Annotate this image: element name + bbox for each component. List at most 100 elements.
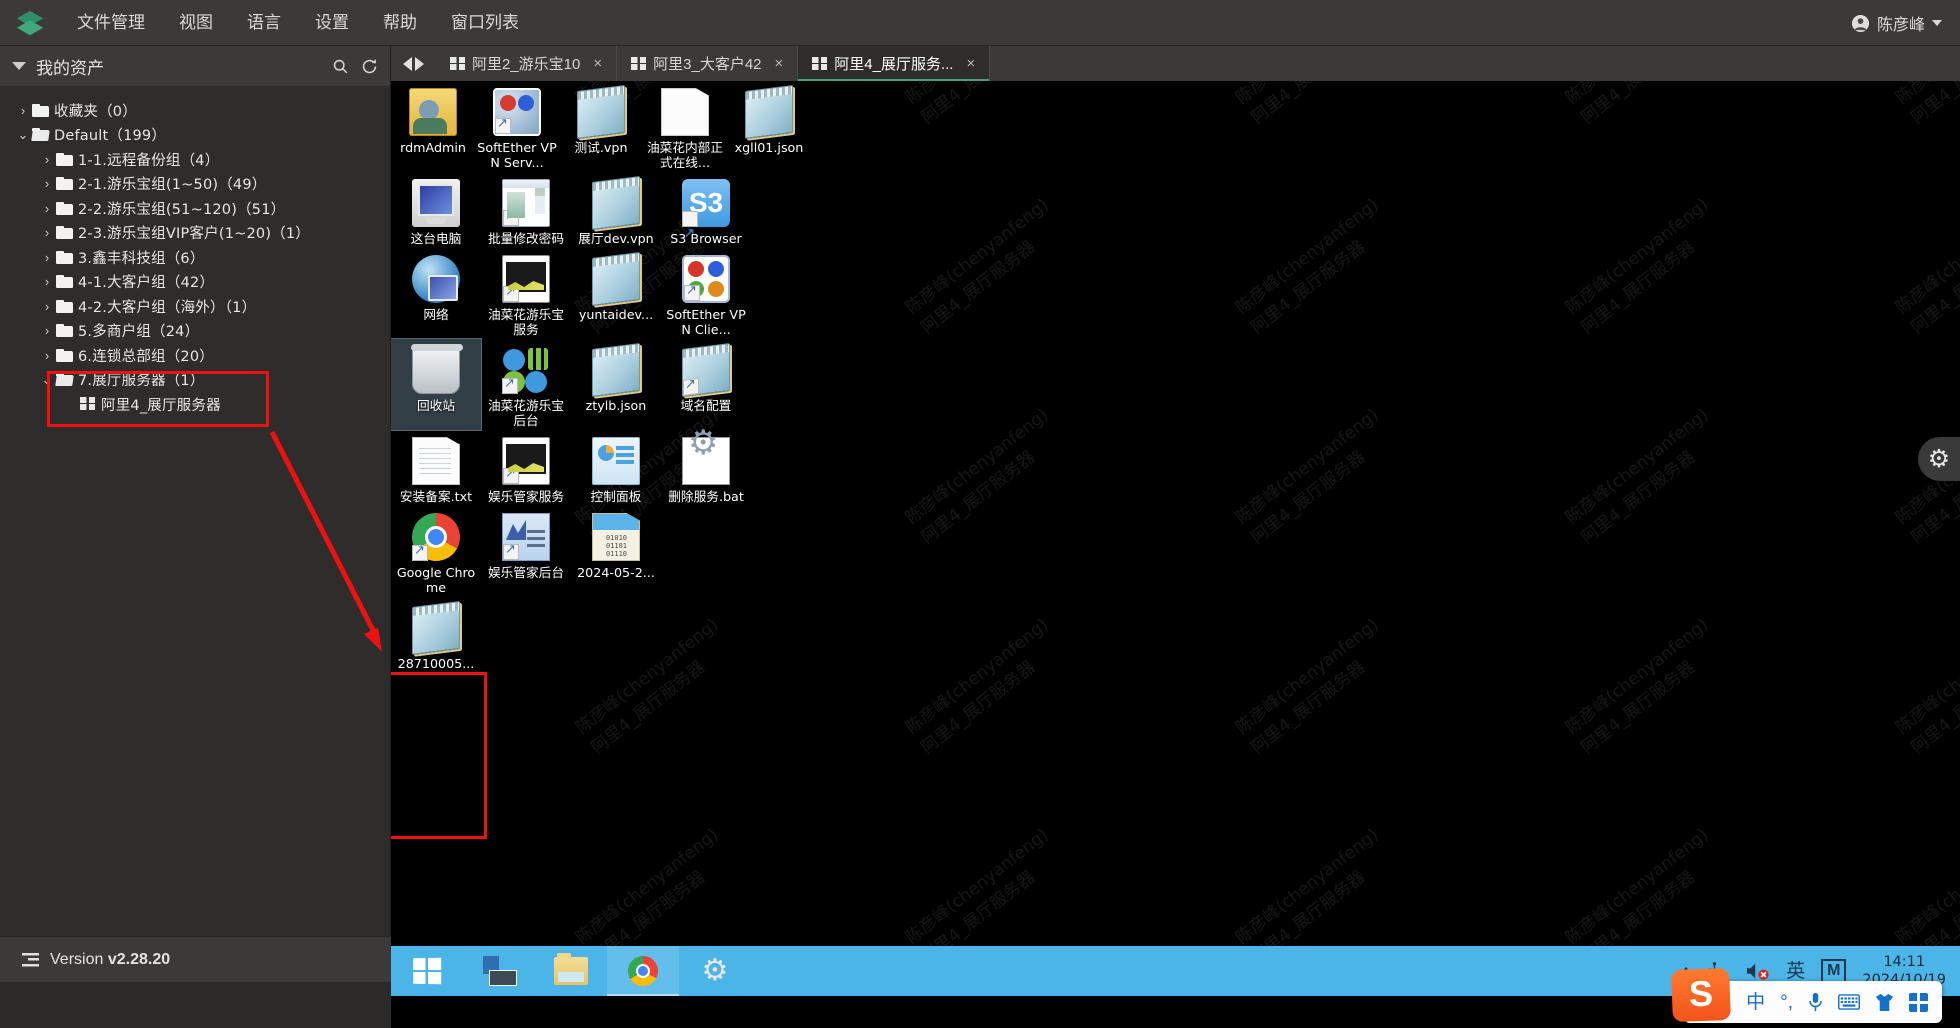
ime-punctuation-toggle[interactable]: °, bbox=[1780, 993, 1793, 1012]
tree-item[interactable]: › 1-1.远程备份组（4） bbox=[0, 147, 390, 172]
desktop-icon[interactable]: SoftEther VPN Clie... bbox=[661, 248, 751, 339]
windows-host-icon bbox=[80, 397, 95, 412]
settings-taskbar-button[interactable]: ⚙ bbox=[679, 946, 751, 996]
desktop-icon[interactable]: 展厅dev.vpn bbox=[571, 172, 661, 248]
tree-item[interactable]: › 2-2.游乐宝组(51~120)（51） bbox=[0, 196, 390, 221]
menu-item-window-list[interactable]: 窗口列表 bbox=[434, 0, 536, 46]
panel-toggle-icon[interactable] bbox=[22, 952, 39, 967]
remote-desktop-canvas[interactable]: 陈彦峰(chenyanfeng) 阿里4_展厅服务器 陈彦峰(chenyanfeng… bbox=[391, 81, 1960, 1028]
session-tab[interactable]: 阿里3_大客户42 × bbox=[617, 46, 799, 81]
desktop-icon[interactable]: 安装备案.txt bbox=[391, 430, 481, 506]
menu-item-view[interactable]: 视图 bbox=[162, 0, 230, 46]
desktop-icon-label: S3 Browser bbox=[670, 231, 742, 246]
chevron-right-icon[interactable]: › bbox=[38, 299, 56, 314]
tree-item[interactable]: ›阿里4_展厅服务器 bbox=[0, 392, 390, 417]
desktop-icon[interactable]: 域名配置 bbox=[661, 339, 751, 430]
ime-indicator[interactable]: 英 bbox=[1786, 962, 1805, 981]
desktop-icon[interactable]: 娱乐管家后台 bbox=[481, 506, 571, 597]
ime-toolbox-grid-icon[interactable] bbox=[1909, 992, 1928, 1012]
desktop-icon[interactable]: 娱乐管家服务 bbox=[481, 430, 571, 506]
nav-next-icon[interactable] bbox=[415, 56, 424, 71]
sidebar-title: 我的资产 bbox=[36, 58, 104, 78]
desktop-icon[interactable]: 这台电脑 bbox=[391, 172, 481, 248]
desktop-icon[interactable]: 油菜花内部正式在线... bbox=[643, 81, 727, 172]
chevron-right-icon[interactable]: › bbox=[38, 348, 56, 363]
start-button[interactable] bbox=[391, 946, 463, 996]
desktop-icon[interactable]: S3S3 Browser bbox=[661, 172, 751, 257]
tree-item[interactable]: ⌄ Default（199） bbox=[0, 123, 390, 148]
tab-close-icon[interactable]: × bbox=[775, 55, 784, 72]
chevron-down-icon[interactable]: ⌄ bbox=[38, 372, 56, 388]
chevron-right-icon[interactable]: › bbox=[38, 201, 56, 216]
desktop-icon[interactable]: 2024-05-2... bbox=[571, 506, 661, 597]
ime-language-toggle[interactable]: 中 bbox=[1746, 993, 1765, 1012]
desktop-icon[interactable]: 测试.vpn bbox=[559, 81, 643, 172]
tree-item[interactable]: › 5.多商户组（24） bbox=[0, 319, 390, 344]
nav-prev-icon[interactable] bbox=[403, 56, 412, 71]
desktop-icon[interactable]: 批量修改密码 bbox=[481, 172, 571, 248]
watermark-text: 陈彦峰(chenyanfeng)阿里4_展厅服务器 bbox=[1232, 404, 1383, 549]
tree-item[interactable]: › 2-1.游乐宝组(1~50)（49） bbox=[0, 172, 390, 197]
user-menu[interactable]: 陈彦峰 bbox=[1851, 0, 1942, 46]
desktop-icon[interactable]: ztylb.json bbox=[571, 339, 661, 430]
desktop-icon[interactable]: 控制面板 bbox=[571, 430, 661, 506]
ime-floating-toolbar[interactable]: S 中 °, bbox=[1671, 968, 1942, 1023]
menu-item-help[interactable]: 帮助 bbox=[366, 0, 434, 46]
server-manager-button[interactable] bbox=[463, 946, 535, 996]
ime-microphone-icon[interactable] bbox=[1808, 992, 1823, 1012]
chrome-taskbar-button[interactable] bbox=[607, 946, 679, 996]
tree-item[interactable]: › 2-3.游乐宝组VIP客户(1~20)（1） bbox=[0, 221, 390, 246]
chevron-right-icon[interactable]: › bbox=[38, 152, 56, 167]
file-explorer-button[interactable] bbox=[535, 946, 607, 996]
sogou-logo-icon[interactable]: S bbox=[1671, 968, 1731, 1022]
refresh-icon[interactable] bbox=[361, 58, 378, 75]
menu-item-file[interactable]: 文件管理 bbox=[60, 0, 162, 46]
volume-muted-icon[interactable] bbox=[1746, 961, 1770, 981]
edge-settings-gear-icon[interactable]: ⚙ bbox=[1918, 437, 1960, 481]
tree-item[interactable]: › 收藏夹（0） bbox=[0, 98, 390, 123]
session-tab[interactable]: 阿里2_游乐宝10 × bbox=[436, 46, 618, 81]
desktop-icon[interactable]: 油菜花游乐宝后台 bbox=[481, 339, 571, 430]
desktop-icon[interactable]: xgll01.json bbox=[727, 81, 811, 172]
chevron-right-icon[interactable]: › bbox=[38, 225, 56, 240]
desktop-icon-label: 娱乐管家后台 bbox=[487, 565, 565, 580]
tab-nav-arrows[interactable] bbox=[391, 46, 436, 81]
triangle-down-icon[interactable] bbox=[12, 62, 26, 70]
chevron-right-icon[interactable]: › bbox=[38, 176, 56, 191]
assets-tree: › 收藏夹（0） ⌄ Default（199） › 1-1.远程备份组（4） › 2-1.游乐… bbox=[0, 86, 390, 417]
chevron-right-icon[interactable]: › bbox=[14, 103, 32, 118]
tree-item[interactable]: › 4-1.大客户组（42） bbox=[0, 270, 390, 295]
tab-close-icon[interactable]: × bbox=[966, 55, 975, 72]
desktop-icon[interactable]: 28710005... bbox=[391, 597, 481, 673]
desktop-icon[interactable]: 回收站 bbox=[391, 338, 482, 431]
tree-item[interactable]: ⌄ 7.展厅服务器（1） bbox=[0, 368, 390, 393]
windows-host-icon bbox=[812, 56, 828, 71]
tab-close-icon[interactable]: × bbox=[593, 55, 602, 72]
folder-icon bbox=[56, 201, 73, 215]
watermark-text: 陈彦峰(chenyanfeng)阿里4_展厅服务器 bbox=[1232, 194, 1383, 339]
desktop-icon[interactable]: 删除服务.bat bbox=[661, 430, 751, 506]
desktop-icon[interactable]: 油菜花游乐宝服务 bbox=[481, 248, 571, 339]
ime-keyboard-icon[interactable] bbox=[1838, 994, 1860, 1010]
tree-item[interactable]: › 3.鑫丰科技组（6） bbox=[0, 245, 390, 270]
desktop-icon[interactable]: Google Chrome bbox=[391, 506, 481, 597]
watermark-text: 陈彦峰(chenyanfeng)阿里4_展厅服务器 bbox=[902, 614, 1053, 759]
chevron-right-icon[interactable]: › bbox=[38, 323, 56, 338]
desktop-icon-glyph bbox=[592, 513, 640, 561]
session-tab[interactable]: 阿里4_展厅服务... × bbox=[798, 46, 991, 81]
tree-item[interactable]: › 6.连锁总部组（20） bbox=[0, 343, 390, 368]
desktop-icon[interactable]: yuntaidev... bbox=[571, 248, 661, 339]
menu-item-settings[interactable]: 设置 bbox=[298, 0, 366, 46]
chevron-right-icon[interactable]: › bbox=[38, 274, 56, 289]
desktop-icon[interactable]: 网络 bbox=[391, 248, 481, 339]
desktop-icon-glyph bbox=[502, 346, 550, 394]
ime-mode-indicator[interactable]: M bbox=[1821, 959, 1847, 983]
desktop-icon[interactable]: SoftEther VPN Serv... bbox=[475, 81, 559, 172]
ime-skin-icon[interactable] bbox=[1875, 993, 1894, 1012]
tree-item[interactable]: › 4-2.大客户组（海外）（1） bbox=[0, 294, 390, 319]
menu-item-language[interactable]: 语言 bbox=[230, 0, 298, 46]
desktop-icon[interactable]: rdmAdmin bbox=[391, 81, 475, 172]
chevron-down-icon[interactable]: ⌄ bbox=[14, 127, 32, 143]
search-icon[interactable] bbox=[332, 58, 349, 75]
chevron-right-icon[interactable]: › bbox=[38, 250, 56, 265]
